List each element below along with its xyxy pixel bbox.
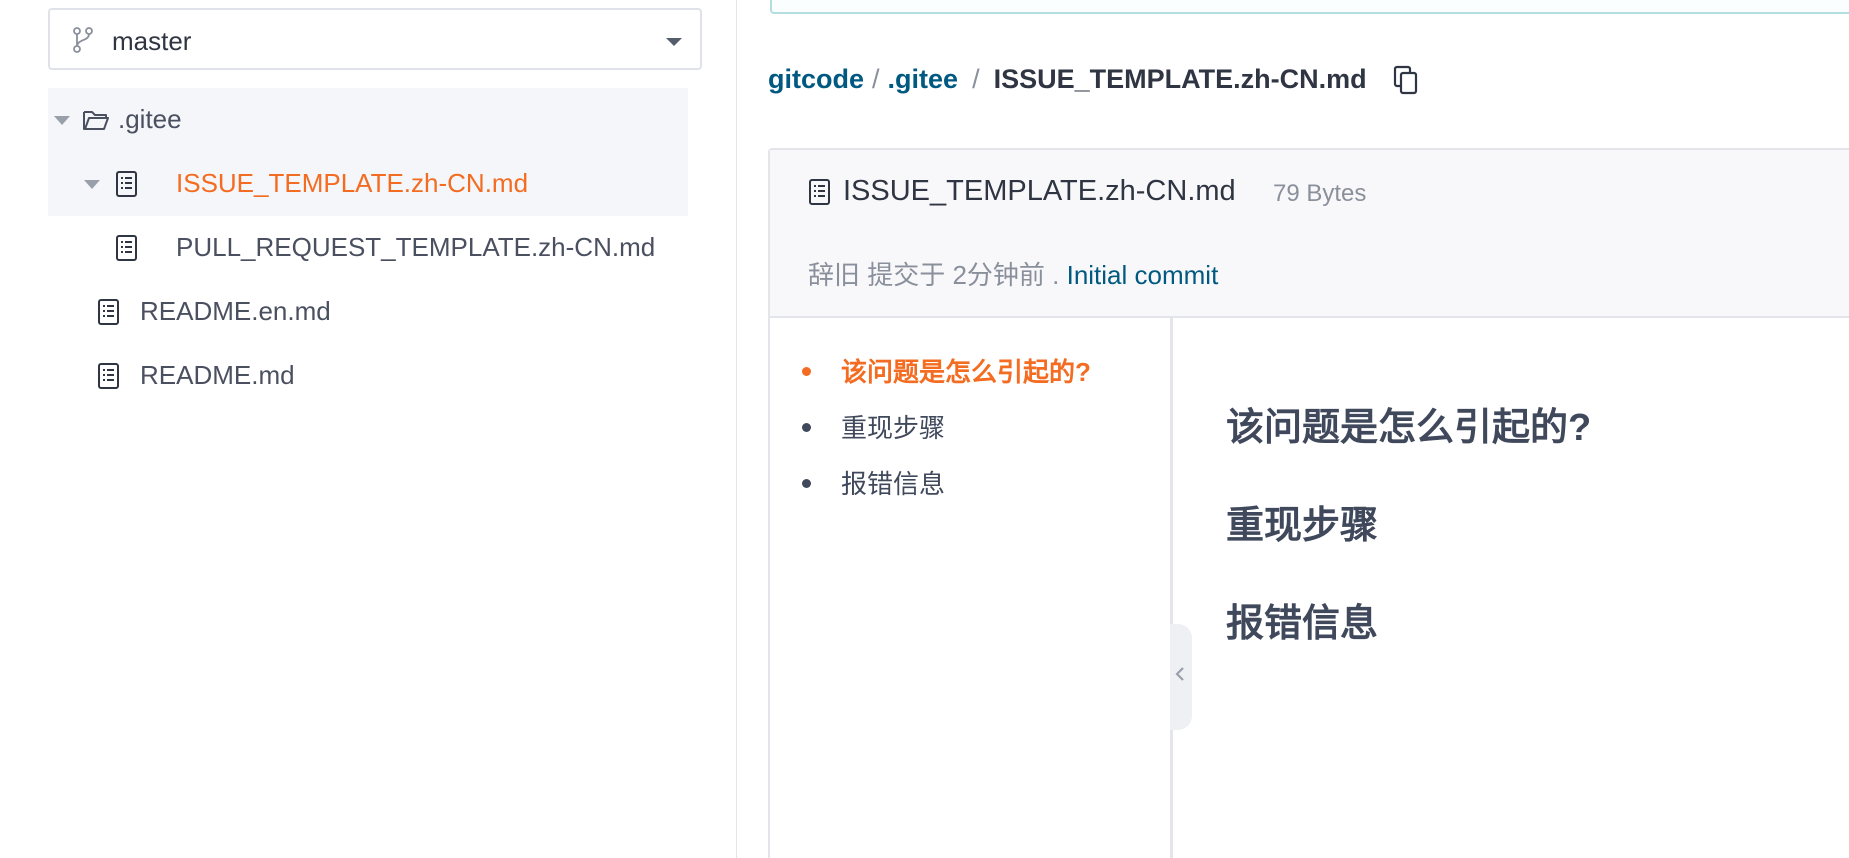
breadcrumb-root-link[interactable]: gitcode [768,64,864,95]
file-text-icon [98,363,119,389]
markdown-content: 该问题是怎么引起的? 重现步骤 报错信息 [1226,316,1849,858]
tree-item-readme-en[interactable]: README.en.md [48,280,688,344]
file-text-icon [809,179,830,205]
main-content: gitcode / .gitee / ISSUE_TEMPLATE.zh-CN.… [737,0,1849,858]
caret-down-icon[interactable] [84,180,100,189]
content-heading: 报错信息 [1226,603,1379,645]
tree-item-issue-template[interactable]: ISSUE_TEMPLATE.zh-CN.md [48,152,688,216]
breadcrumb: gitcode / .gitee / ISSUE_TEMPLATE.zh-CN.… [768,64,1419,95]
toc-item-label: 该问题是怎么引起的? [841,357,1091,387]
file-header: ISSUE_TEMPLATE.zh-CN.md 79 Bytes 辞旧 提交于 … [770,150,1849,318]
copy-icon[interactable] [1393,65,1419,95]
tree-item-label: ISSUE_TEMPLATE.zh-CN.md [176,168,529,198]
bullet-icon [802,366,811,376]
bullet-icon [802,478,811,488]
file-name: ISSUE_TEMPLATE.zh-CN.md [843,175,1236,207]
content-heading: 该问题是怎么引起的? [1226,407,1592,449]
file-size: 79 Bytes [1273,180,1367,207]
caret-down-icon[interactable] [54,116,70,125]
breadcrumb-folder-link[interactable]: .gitee [888,64,959,95]
toc-item[interactable]: 该问题是怎么引起的? [802,352,1091,389]
file-text-icon [98,299,119,325]
file-tree: .gitee ISSUE_TEMPLATE.zh-CN.md PULL_REQU… [48,88,688,408]
content-heading: 重现步骤 [1226,505,1379,547]
toc-item[interactable]: 报错信息 [802,464,945,501]
file-tree-sidebar: master .gitee ISSUE_TEMPLATE.zh-CN.md PU… [0,0,736,858]
tree-item-label: README.en.md [140,296,331,326]
top-banner [770,0,1849,14]
chevron-left-icon [1175,667,1184,681]
file-viewer: ISSUE_TEMPLATE.zh-CN.md 79 Bytes 辞旧 提交于 … [768,148,1849,858]
file-text-icon [116,235,137,261]
tree-item-label: .gitee [118,104,182,134]
breadcrumb-separator: / [972,64,980,94]
page: master .gitee ISSUE_TEMPLATE.zh-CN.md PU… [0,0,1849,858]
tree-item-label: PULL_REQUEST_TEMPLATE.zh-CN.md [176,232,656,262]
chevron-down-icon [666,38,682,46]
branch-select[interactable]: master [48,8,702,70]
table-of-contents: 该问题是怎么引起的? 重现步骤 报错信息 [770,316,1173,858]
tree-item-readme[interactable]: README.md [48,344,688,408]
commit-message-link[interactable]: Initial commit [1067,260,1219,290]
branch-label: master [112,26,192,56]
file-text-icon [116,171,137,197]
git-branch-icon [73,27,93,53]
commit-author-text: 辞旧 提交于 2分钟前 . [808,260,1060,290]
toc-item-label: 报错信息 [841,469,946,499]
breadcrumb-current: ISSUE_TEMPLATE.zh-CN.md [993,64,1367,94]
toc-item-label: 重现步骤 [841,413,946,443]
tree-item-gitee-folder[interactable]: .gitee [48,88,688,152]
breadcrumb-separator: / [872,64,880,94]
commit-info: 辞旧 提交于 2分钟前 . Initial commit [808,255,1218,292]
bullet-icon [802,422,811,432]
folder-open-icon [83,111,109,130]
toc-item[interactable]: 重现步骤 [802,408,945,445]
tree-item-pull-request-template[interactable]: PULL_REQUEST_TEMPLATE.zh-CN.md [48,216,688,280]
tree-item-label: README.md [140,360,295,390]
toc-collapse-handle[interactable] [1170,624,1192,730]
